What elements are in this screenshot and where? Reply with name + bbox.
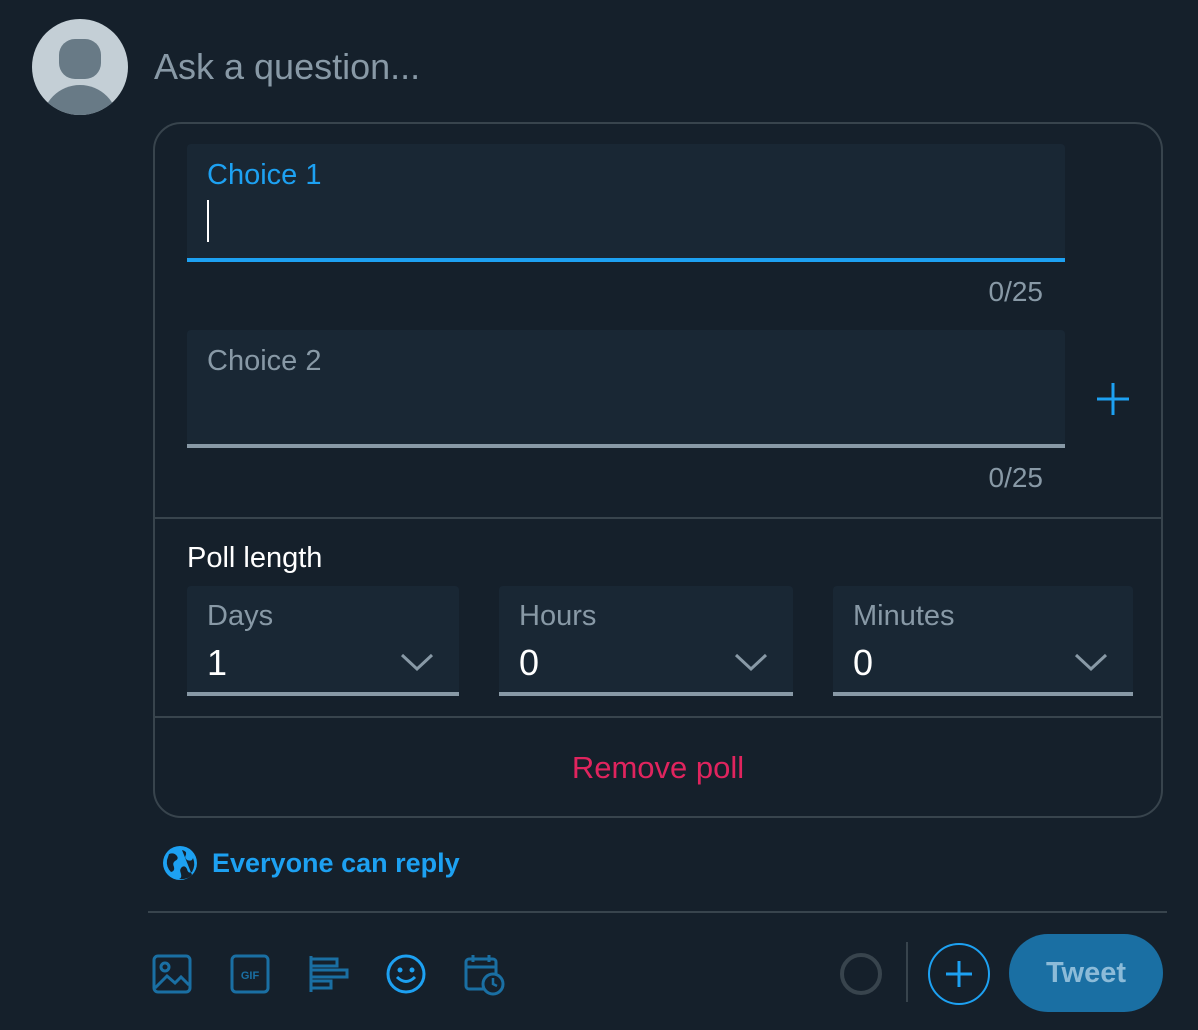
minutes-value: 0 <box>853 642 874 683</box>
reply-setting-label: Everyone can reply <box>212 847 460 878</box>
plus-icon <box>946 961 972 987</box>
poll-card: Choice 1 0/25 Choice 2 0/25 Poll length … <box>153 122 1163 818</box>
remove-poll-button[interactable]: Remove poll <box>155 750 1161 786</box>
hours-value: 0 <box>519 642 540 683</box>
choice-2-label: Choice 2 <box>207 345 322 377</box>
toolbar-separator <box>906 942 908 1002</box>
days-select[interactable]: Days 1 <box>187 586 459 696</box>
choice-1-field[interactable]: Choice 1 <box>187 144 1065 262</box>
divider <box>148 911 1167 913</box>
text-cursor <box>207 200 209 242</box>
days-value: 1 <box>207 642 228 683</box>
svg-text:GIF: GIF <box>241 970 260 982</box>
avatar-body-shape <box>42 85 118 115</box>
choice-1-label: Choice 1 <box>207 159 322 191</box>
divider <box>155 517 1161 519</box>
chevron-down-icon <box>734 653 768 672</box>
days-label: Days <box>207 600 274 632</box>
poll-length-title: Poll length <box>187 542 323 574</box>
emoji-icon[interactable] <box>384 952 428 996</box>
gif-icon[interactable]: GIF <box>228 952 272 996</box>
minutes-label: Minutes <box>853 600 955 632</box>
hours-select[interactable]: Hours 0 <box>499 586 793 696</box>
avatar[interactable] <box>32 19 128 115</box>
hours-label: Hours <box>519 600 597 632</box>
chevron-down-icon <box>1074 653 1108 672</box>
image-icon[interactable] <box>150 952 194 996</box>
plus-icon[interactable] <box>1093 379 1133 419</box>
add-tweet-button[interactable] <box>928 943 990 1005</box>
poll-icon[interactable] <box>306 952 350 996</box>
globe-icon <box>163 846 197 880</box>
choice-1-counter: 0/25 <box>988 276 1044 307</box>
character-progress-ring <box>840 953 882 995</box>
divider <box>155 716 1161 718</box>
chevron-down-icon <box>400 653 434 672</box>
minutes-select[interactable]: Minutes 0 <box>833 586 1133 696</box>
schedule-icon[interactable] <box>462 952 506 996</box>
question-input[interactable]: Ask a question... <box>154 44 420 90</box>
avatar-head-shape <box>59 39 101 79</box>
choice-2-counter: 0/25 <box>988 462 1044 493</box>
tweet-button[interactable]: Tweet <box>1009 934 1163 1012</box>
choice-2-field[interactable]: Choice 2 <box>187 330 1065 448</box>
reply-setting-button[interactable]: Everyone can reply <box>162 843 460 883</box>
